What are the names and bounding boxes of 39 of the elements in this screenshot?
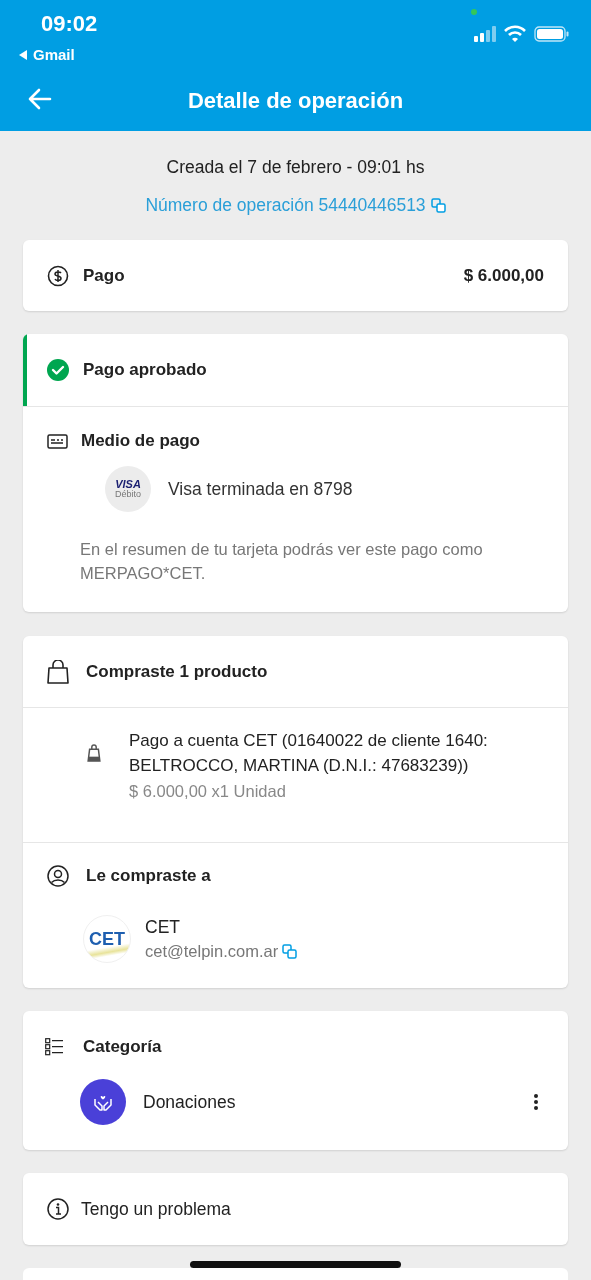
credit-card-icon [47, 433, 68, 449]
seller-email: cet@telpin.com.ar [145, 942, 279, 961]
signal-icon [474, 25, 496, 42]
screen-title: Detalle de operación [187, 87, 404, 114]
seller-logo: CET [83, 915, 131, 963]
section-title: Compraste 1 producto [86, 661, 268, 682]
wifi-icon [504, 25, 526, 42]
payment-label: Pago [83, 265, 125, 286]
status-label: Pago aprobado [83, 360, 207, 380]
operation-number-link[interactable]: Número de operación 54440446513 [145, 195, 426, 216]
dollar-icon [47, 264, 69, 287]
card-name: Visa terminada en 8798 [168, 478, 353, 500]
battery-icon [534, 25, 569, 42]
back-arrow-icon [28, 88, 52, 110]
list-icon [45, 1038, 63, 1056]
back-button[interactable] [28, 88, 52, 110]
created-date: Creada el 7 de febrero - 09:01 hs [166, 157, 425, 178]
payment-amount: $ 6.000,00 [463, 265, 544, 286]
category-name: Donaciones [143, 1091, 236, 1113]
help-item[interactable]: Tengo un problema [23, 1173, 568, 1245]
section-title: Medio de pago [81, 431, 200, 451]
user-icon [47, 865, 69, 887]
section-title: Le compraste a [86, 866, 211, 886]
indicator-dot-icon [471, 9, 477, 15]
copy-icon [282, 944, 298, 959]
card-logo: VISA Débito [105, 466, 151, 512]
shopping-bag-icon [47, 659, 69, 684]
product-description: Pago a cuenta CET (01640022 de cliente 1640: BELTROCCO, MARTINA (D.N.I.: 47683239)) [129, 730, 489, 777]
statement-note: En el resumen de tu tarjeta podrás ver este pago como MERPAGO*CET. [80, 539, 484, 584]
back-app-link[interactable]: Gmail [33, 46, 75, 63]
back-triangle-icon [18, 48, 28, 61]
clock-time: 09:02 [41, 11, 98, 37]
product-price: $ 6.000,00 x1 Unidad [129, 782, 287, 801]
copy-icon [430, 198, 446, 213]
seller-name: CET [145, 917, 181, 938]
check-circle-icon [47, 359, 69, 381]
section-title: Categoría [83, 1037, 162, 1057]
more-vertical-icon [534, 1094, 538, 1110]
info-icon [47, 1198, 69, 1220]
